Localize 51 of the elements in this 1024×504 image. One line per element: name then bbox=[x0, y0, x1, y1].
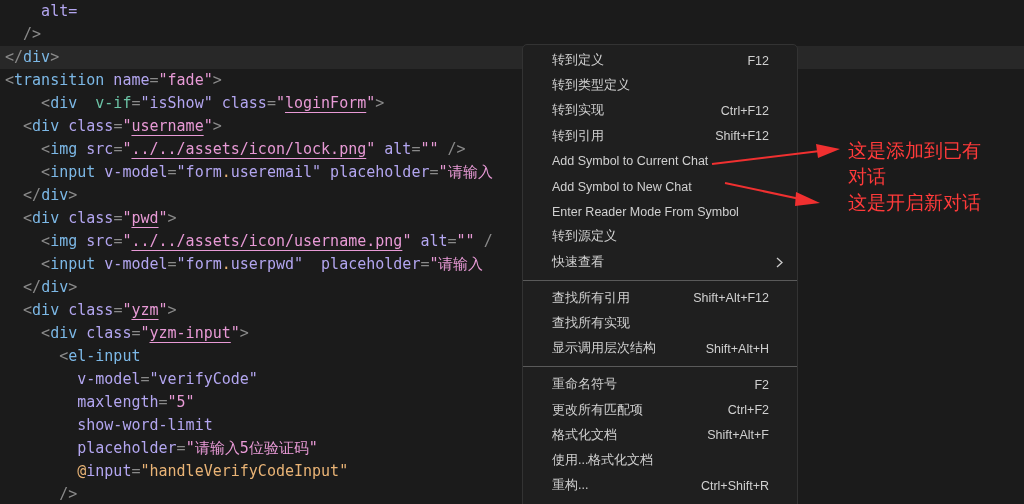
menu-item[interactable]: 更改所有匹配项 bbox=[552, 401, 728, 419]
code-line: </div> bbox=[22, 277, 78, 298]
code-line: </div> bbox=[22, 185, 78, 206]
shortcut-label: Shift+Alt+H bbox=[705, 341, 769, 356]
menu-item[interactable]: 格式化文档 bbox=[552, 426, 708, 444]
code-line: <div class="yzm"> bbox=[22, 300, 177, 321]
menu-item[interactable]: 转到定义 bbox=[552, 52, 748, 70]
code-line: placeholder="请输入5位验证码" bbox=[76, 438, 318, 459]
code-line: <el-input bbox=[58, 346, 141, 367]
annotation-text: 这是添加到已有对话 bbox=[848, 138, 982, 189]
shortcut-label: Shift+Alt+F bbox=[707, 428, 769, 443]
menu-item[interactable]: 重命名符号 bbox=[552, 376, 755, 394]
menu-item[interactable]: 使用...格式化文档 bbox=[552, 451, 783, 469]
shortcut-label: F12 bbox=[747, 53, 769, 68]
menu-item[interactable]: 转到源定义 bbox=[552, 228, 783, 246]
annotation-text: 这是开启新对话 bbox=[848, 190, 982, 215]
code-line: <div class="username"> bbox=[22, 116, 222, 137]
code-line: maxlength="5" bbox=[76, 392, 195, 413]
menu-item[interactable]: 查找所有实现 bbox=[552, 314, 783, 332]
code-line: alt= bbox=[40, 1, 78, 22]
menu-item[interactable]: 转到实现 bbox=[552, 102, 721, 120]
menu-item[interactable]: 重构... bbox=[552, 477, 701, 495]
chevron-right-icon bbox=[776, 256, 783, 268]
code-line: <div v-if="isShow" class="loginForm"> bbox=[40, 93, 385, 114]
shortcut-label: Ctrl+Shift+R bbox=[700, 478, 769, 493]
shortcut-label: Ctrl+F12 bbox=[720, 103, 769, 118]
code-line: <div class="yzm-input"> bbox=[40, 323, 249, 344]
code-line: <div class="pwd"> bbox=[22, 208, 177, 229]
code-line: <img src="../../assets/icon/lock.png" alt="" /> bbox=[40, 139, 466, 160]
shortcut-label: Shift+Alt+F12 bbox=[693, 291, 769, 306]
menu-item[interactable]: 转到类型定义 bbox=[552, 77, 783, 95]
code-line: show-word-limit bbox=[76, 415, 213, 436]
code-line: </div> bbox=[4, 47, 60, 68]
shortcut-label: F2 bbox=[754, 377, 769, 392]
code-line: v-model="verifyCode" bbox=[76, 369, 258, 390]
shortcut-label: Shift+F12 bbox=[715, 129, 769, 144]
code-line: /> bbox=[22, 24, 42, 45]
code-line: <input v-model="form.useremail" placeholder="请输入 bbox=[40, 162, 493, 183]
menu-item[interactable]: Add Symbol to New Chat bbox=[552, 179, 783, 194]
code-line: <transition name="fade"> bbox=[4, 70, 222, 91]
code-line: <input v-model="form.userpwd" placeholder="请输入 bbox=[40, 254, 484, 275]
menu-item[interactable]: 转到引用 bbox=[552, 127, 716, 145]
menu-item[interactable]: 快速查看 bbox=[552, 253, 776, 271]
menu-item[interactable]: Add Symbol to Current Chat bbox=[552, 154, 783, 169]
code-line: <img src="../../assets/icon/username.png" alt="" / bbox=[40, 231, 493, 252]
menu-item[interactable]: Enter Reader Mode From Symbol bbox=[552, 204, 783, 219]
menu-item[interactable]: 查找所有引用 bbox=[552, 289, 694, 307]
shortcut-label: Ctrl+F2 bbox=[727, 403, 769, 418]
menu-item[interactable]: 显示调用层次结构 bbox=[552, 340, 706, 358]
code-line: @input="handleVerifyCodeInput" bbox=[76, 461, 349, 482]
code-line: /> bbox=[58, 484, 78, 504]
